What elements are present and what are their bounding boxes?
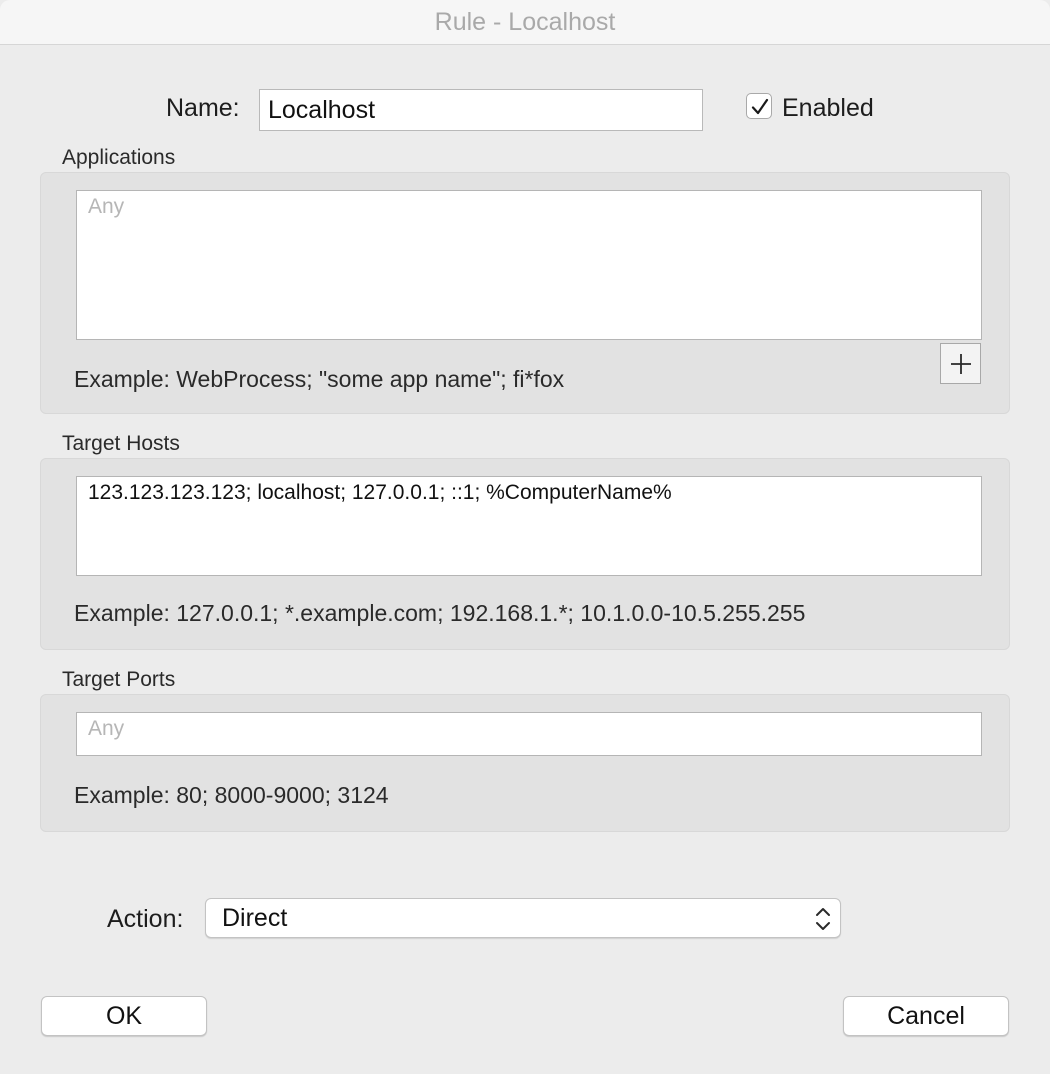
- add-application-button[interactable]: [940, 343, 981, 384]
- checkmark-icon: [751, 98, 769, 115]
- enabled-label[interactable]: Enabled: [782, 94, 874, 123]
- name-field[interactable]: Localhost: [259, 89, 703, 131]
- target-hosts-value: 123.123.123.123; localhost; 127.0.0.1; :…: [88, 481, 672, 504]
- cancel-button[interactable]: Cancel: [843, 996, 1009, 1036]
- target-hosts-example: Example: 127.0.0.1; *.example.com; 192.1…: [74, 600, 806, 626]
- window-title: Rule - Localhost: [0, 0, 1050, 45]
- up-down-chevron-icon: [816, 908, 830, 930]
- applications-input[interactable]: Any: [76, 190, 982, 340]
- rule-dialog-window: Rule - Localhost Name: Localhost Enabled…: [0, 0, 1050, 1074]
- enabled-checkbox[interactable]: [746, 93, 772, 119]
- action-selected-value: Direct: [222, 904, 288, 932]
- target-ports-section-label: Target Ports: [62, 668, 176, 691]
- name-label: Name:: [166, 94, 240, 122]
- applications-section-label: Applications: [62, 146, 176, 169]
- ok-button[interactable]: OK: [41, 996, 207, 1036]
- target-hosts-section-label: Target Hosts: [62, 432, 180, 455]
- action-label: Action:: [107, 905, 184, 933]
- plus-icon: [951, 354, 971, 374]
- applications-example: Example: WebProcess; "some app name"; fi…: [74, 366, 565, 392]
- applications-placeholder: Any: [88, 195, 125, 218]
- target-ports-example: Example: 80; 8000-9000; 3124: [74, 782, 389, 808]
- action-select[interactable]: Direct: [205, 898, 841, 938]
- target-ports-placeholder: Any: [88, 717, 125, 740]
- target-ports-input[interactable]: Any: [76, 712, 982, 756]
- target-hosts-input[interactable]: 123.123.123.123; localhost; 127.0.0.1; :…: [76, 476, 982, 576]
